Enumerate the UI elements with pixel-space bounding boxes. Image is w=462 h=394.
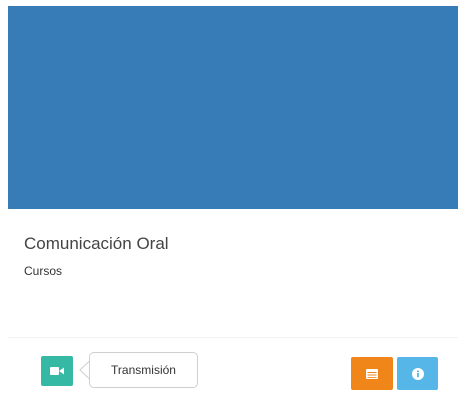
video-camera-icon	[50, 366, 64, 376]
schedule-button[interactable]	[351, 357, 393, 390]
info-icon	[411, 367, 424, 380]
course-category: Cursos	[24, 264, 63, 278]
transmission-button[interactable]	[41, 356, 73, 386]
card-footer-divider	[8, 337, 458, 338]
course-cover-image[interactable]	[8, 6, 458, 209]
course-title[interactable]: Comunicación Oral	[24, 234, 169, 254]
info-button[interactable]	[397, 357, 438, 390]
transmission-tooltip: Transmisión	[89, 352, 198, 388]
course-card: Comunicación Oral Cursos Transmisión	[0, 0, 462, 394]
table-icon	[366, 368, 378, 379]
